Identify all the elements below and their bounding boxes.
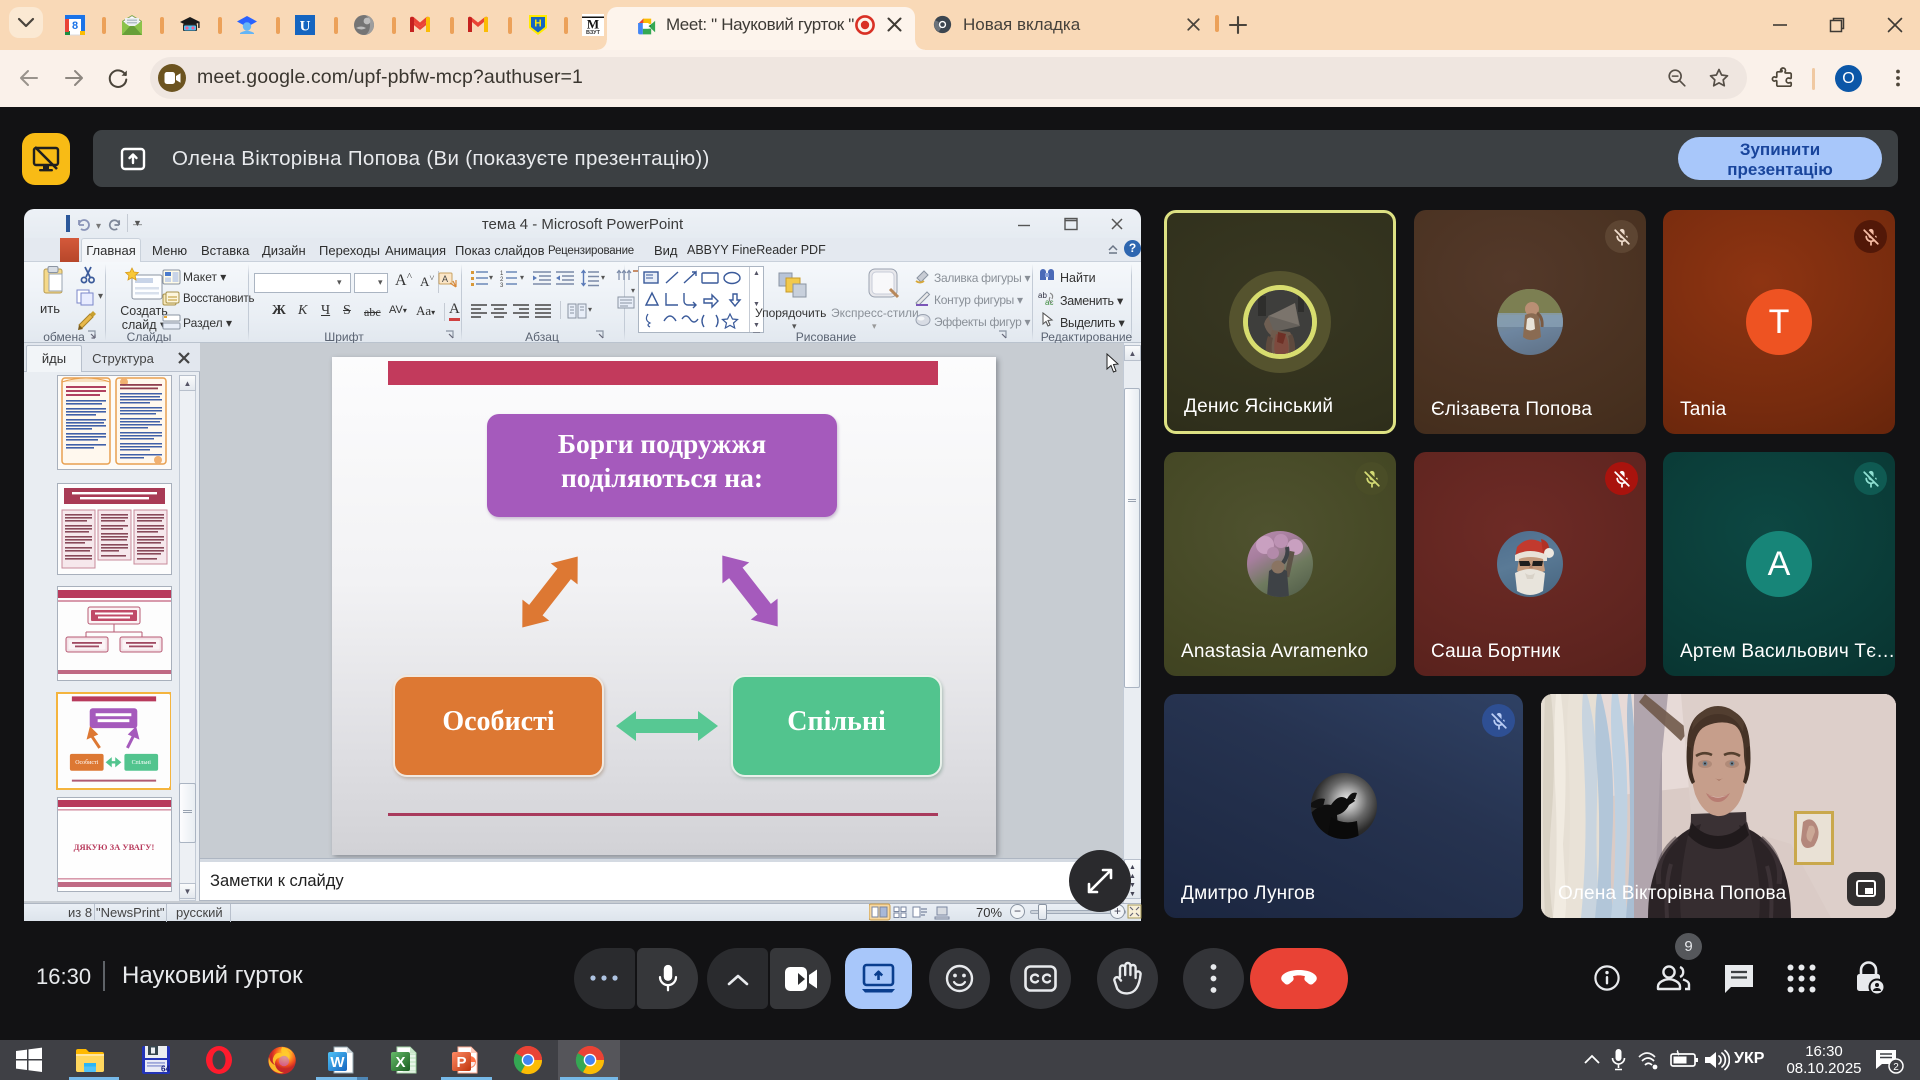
svg-text:X: X xyxy=(395,1054,405,1071)
svg-text:Спільні: Спільні xyxy=(131,760,151,766)
svg-text:8: 8 xyxy=(72,20,78,32)
svg-text:2: 2 xyxy=(1893,1062,1899,1073)
svg-text:▾: ▾ xyxy=(631,286,635,295)
svg-text:W: W xyxy=(330,1054,345,1071)
svg-text:A: A xyxy=(442,274,448,284)
svg-text:P: P xyxy=(456,1054,466,1071)
svg-text:ВЗУТ: ВЗУТ xyxy=(586,30,601,36)
svg-text:ДЯКУЮ ЗА УВАГУ!: ДЯКУЮ ЗА УВАГУ! xyxy=(74,842,155,852)
svg-text:Н: Н xyxy=(534,19,541,30)
svg-text:64: 64 xyxy=(161,1065,170,1074)
svg-text:U: U xyxy=(300,19,311,35)
svg-text:3: 3 xyxy=(500,283,504,287)
svg-text:Особисті: Особисті xyxy=(75,759,98,766)
